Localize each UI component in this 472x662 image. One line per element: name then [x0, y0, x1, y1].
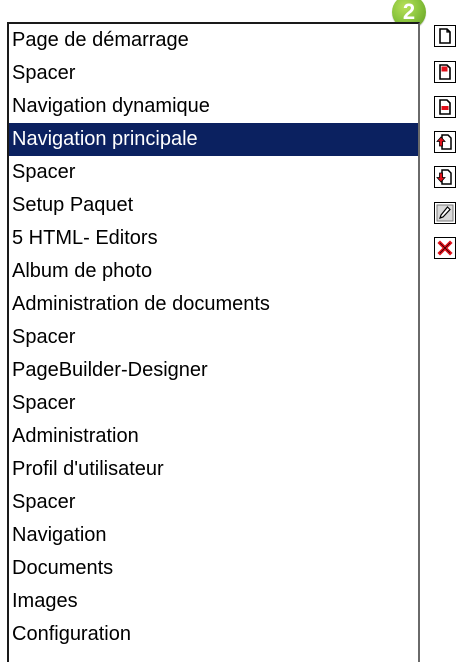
- list-item[interactable]: Profil d'utilisateur: [9, 453, 418, 486]
- insert-page-icon: [439, 64, 451, 80]
- delete-icon: [437, 240, 453, 256]
- list-item[interactable]: Spacer: [9, 387, 418, 420]
- delete-button[interactable]: [434, 237, 456, 259]
- list-item[interactable]: Navigation: [9, 519, 418, 552]
- list-item[interactable]: Documents: [9, 552, 418, 585]
- move-up-icon: [436, 134, 452, 150]
- list-item[interactable]: Configuration: [9, 618, 418, 651]
- list-item[interactable]: Spacer: [9, 486, 418, 519]
- page-listbox[interactable]: Page de démarrage Spacer Navigation dyna…: [7, 22, 420, 662]
- list-item[interactable]: PageBuilder-Designer: [9, 354, 418, 387]
- edit-pencil-icon: [436, 204, 454, 222]
- insert-page-below-icon: [439, 99, 451, 115]
- list-item[interactable]: Album de photo: [9, 255, 418, 288]
- list-item-selected[interactable]: Navigation principale: [9, 123, 418, 156]
- insert-page-below-button[interactable]: [434, 96, 456, 118]
- list-item[interactable]: Images: [9, 585, 418, 618]
- list-item[interactable]: Administration de documents: [9, 288, 418, 321]
- insert-page-button[interactable]: [434, 61, 456, 83]
- list-item[interactable]: 5 HTML- Editors: [9, 222, 418, 255]
- clipped-heading: [8, 0, 98, 4]
- list-item[interactable]: Administration: [9, 420, 418, 453]
- list-item[interactable]: Setup Paquet: [9, 189, 418, 222]
- edit-button[interactable]: [434, 202, 456, 224]
- move-up-button[interactable]: [434, 131, 456, 153]
- list-item[interactable]: Navigation dynamique: [9, 90, 418, 123]
- new-page-icon: [439, 28, 451, 44]
- list-item[interactable]: Spacer: [9, 156, 418, 189]
- list-item[interactable]: Spacer: [9, 57, 418, 90]
- move-down-button[interactable]: [434, 166, 456, 188]
- move-down-icon: [436, 169, 452, 185]
- list-item[interactable]: Page de démarrage: [9, 24, 418, 57]
- new-page-button[interactable]: [434, 25, 456, 47]
- list-item[interactable]: Spacer: [9, 321, 418, 354]
